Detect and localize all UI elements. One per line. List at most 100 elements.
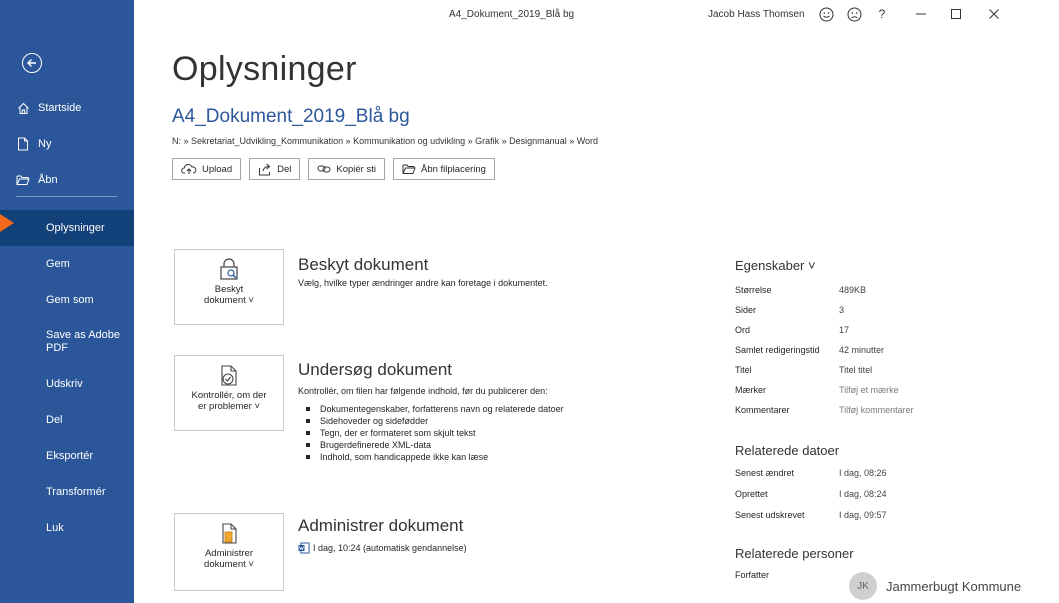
sidebar-item-label: Oplysninger <box>46 221 105 234</box>
date-row: Senest udskrevet I dag, 09:57 <box>735 510 1035 524</box>
open-file-location-label: Åbn filplacering <box>420 163 486 175</box>
protect-tile-label-2: dokument ˅ <box>204 295 254 306</box>
sidebar-item-export[interactable]: Eksportér <box>0 438 134 474</box>
property-key: Titel <box>735 365 752 375</box>
property-key: Samlet redigeringstid <box>735 345 820 355</box>
copy-path-button[interactable]: Kopiér sti <box>308 158 385 180</box>
property-key: Mærker <box>735 385 766 395</box>
sidebar-item-label: Transformér <box>46 485 106 498</box>
sidebar-item-label: Gem som <box>46 293 94 306</box>
date-value: I dag, 09:57 <box>839 510 887 520</box>
backstage-sidebar: Startside Ny Åbn Oplysninger Gem Gem som… <box>0 0 134 603</box>
version-entry[interactable]: I dag, 10:24 (automatisk gendannelse) <box>298 542 467 554</box>
sidebar-item-info[interactable]: Oplysninger <box>0 210 134 246</box>
upload-button[interactable]: Upload <box>172 158 242 180</box>
tags-field[interactable]: Tilføj et mærke <box>839 385 899 395</box>
avatar[interactable]: JK <box>849 572 877 600</box>
date-key: Senest udskrevet <box>735 510 805 520</box>
check-for-issues-button[interactable]: Kontrollér, om der er problemer ˅ <box>174 355 284 431</box>
document-name: A4_Dokument_2019_Blå bg <box>172 106 410 127</box>
share-button[interactable]: Del <box>249 158 301 180</box>
sidebar-item-new[interactable]: Ny <box>0 126 134 162</box>
sidebar-item-label: Luk <box>46 521 64 534</box>
property-key: Sider <box>735 305 757 315</box>
frown-feedback-icon[interactable] <box>846 6 862 22</box>
manage-title: Administrer dokument <box>298 516 464 535</box>
share-icon <box>258 163 272 176</box>
sidebar-item-label: Save as Adobe PDF <box>46 329 121 354</box>
date-value: I dag, 08:26 <box>839 468 887 478</box>
property-row: Kommentarer Tilføj kommentarer <box>735 405 1035 419</box>
inspect-tile-label-1: Kontrollér, om der <box>191 390 267 401</box>
home-icon <box>16 101 30 115</box>
open-file-location-button[interactable]: Åbn filplacering <box>392 158 495 180</box>
file-actions-toolbar: Upload Del Kopiér sti Åbn filplacering <box>172 158 495 180</box>
window-title: A4_Dokument_2019_Blå bg <box>449 9 575 20</box>
list-item: Tegn, der er formateret som skjult tekst <box>298 427 564 439</box>
upload-label: Upload <box>202 163 233 175</box>
sidebar-item-close[interactable]: Luk <box>0 510 134 546</box>
manage-tile-label-2: dokument ˅ <box>204 559 254 570</box>
property-row: Titel Titel titel <box>735 365 1035 379</box>
version-label: I dag, 10:24 (automatisk gendannelse) <box>313 543 467 553</box>
sidebar-divider <box>16 196 117 197</box>
sidebar-item-label: Del <box>46 413 63 426</box>
back-arrow-icon[interactable] <box>22 53 42 73</box>
property-key: Ord <box>735 325 751 335</box>
close-icon[interactable] <box>986 6 1002 22</box>
sidebar-item-save-as[interactable]: Gem som <box>0 282 134 318</box>
new-document-icon <box>16 137 30 151</box>
comments-field[interactable]: Tilføj kommentarer <box>839 405 914 415</box>
property-value: 489KB <box>839 285 867 295</box>
related-people-heading: Relaterede personer <box>735 546 854 561</box>
property-row: Mærker Tilføj et mærke <box>735 385 1035 399</box>
property-value: 42 minutter <box>839 345 885 355</box>
sidebar-item-save-as-pdf[interactable]: Save as Adobe PDF <box>0 320 134 364</box>
property-row: Sider 3 <box>735 305 1035 319</box>
protect-tile-label-1: Beskyt <box>214 284 244 295</box>
sidebar-item-label: Startside <box>38 102 82 114</box>
date-value: I dag, 08:24 <box>839 489 887 499</box>
sidebar-item-transform[interactable]: Transformér <box>0 474 134 510</box>
list-item: Dokumentegenskaber, forfatterens navn og… <box>298 403 564 415</box>
sidebar-item-share[interactable]: Del <box>0 402 134 438</box>
date-row: Oprettet I dag, 08:24 <box>735 489 1035 503</box>
sidebar-item-label: Eksportér <box>46 449 94 462</box>
property-row: Ord 17 <box>735 325 1035 339</box>
author-label: Forfatter <box>735 570 770 580</box>
sidebar-item-open[interactable]: Åbn <box>0 162 134 198</box>
sidebar-item-label: Gem <box>46 257 70 270</box>
property-row: Samlet redigeringstid 42 minutter <box>735 345 1035 359</box>
properties-heading[interactable]: Egenskaber ˅ <box>735 258 816 273</box>
manage-document-button[interactable]: Administrer dokument ˅ <box>174 513 284 591</box>
list-item: Brugerdefinerede XML-data <box>298 439 564 451</box>
title-field[interactable]: Titel titel <box>839 365 872 375</box>
list-item: Sidehoveder og sidefødder <box>298 415 564 427</box>
author-name[interactable]: Jammerbugt Kommune <box>886 579 1021 594</box>
sidebar-item-save[interactable]: Gem <box>0 246 134 282</box>
smile-feedback-icon[interactable] <box>818 6 834 22</box>
property-key: Kommentarer <box>735 405 790 415</box>
property-value: 17 <box>839 325 850 335</box>
protect-description: Vælg, hvilke typer ændringer andre kan f… <box>298 278 548 288</box>
property-key: Størrelse <box>735 285 772 295</box>
sidebar-item-home[interactable]: Startside <box>0 90 134 126</box>
maximize-icon[interactable] <box>948 6 964 22</box>
folder-open-icon <box>16 173 30 187</box>
document-manage-icon <box>218 522 240 546</box>
date-row: Senest ændret I dag, 08:26 <box>735 468 1035 482</box>
sidebar-item-label: Åbn <box>38 174 58 186</box>
page-title: Oplysninger <box>172 50 357 88</box>
protect-document-button[interactable]: Beskyt dokument ˅ <box>174 249 284 325</box>
help-icon[interactable]: ? <box>874 6 890 22</box>
lock-search-icon <box>218 258 240 282</box>
property-row: Størrelse 489KB <box>735 285 1035 299</box>
sidebar-item-print[interactable]: Udskriv <box>0 366 134 402</box>
user-name[interactable]: Jacob Hass Thomsen <box>708 9 805 20</box>
inspect-description: Kontrollér, om filen har følgende indhol… <box>298 386 548 396</box>
minimize-icon[interactable] <box>913 6 929 22</box>
inspect-bullet-list: Dokumentegenskaber, forfatterens navn og… <box>298 403 564 463</box>
property-value: 3 <box>839 305 845 315</box>
link-icon <box>317 164 331 174</box>
sidebar-item-label: Ny <box>38 138 52 150</box>
